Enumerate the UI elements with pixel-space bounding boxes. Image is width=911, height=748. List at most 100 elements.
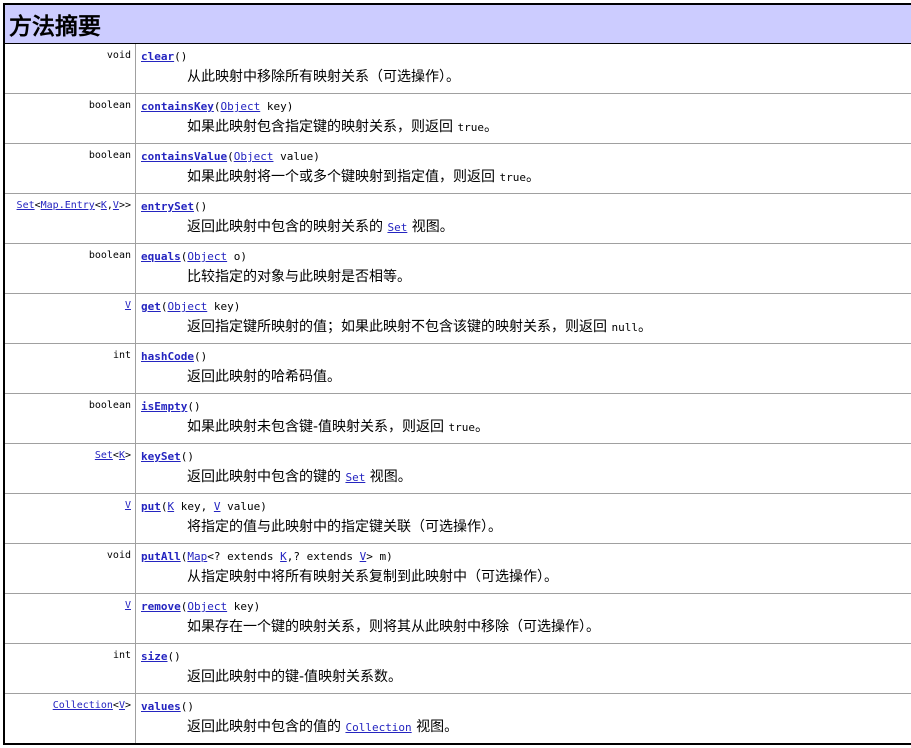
- method-detail: put(K key, V value) 将指定的值与此映射中的指定键关联（可选操作…: [136, 494, 911, 543]
- signature-text: key): [260, 100, 294, 113]
- method-row-get: Vget(Object key) 返回指定键所映射的值；如果此映射不包含该键的映射…: [5, 293, 911, 343]
- method-name-link[interactable]: entrySet: [141, 200, 194, 213]
- signature-text: key): [227, 600, 261, 613]
- method-description: 返回此映射中包含的值的 Collection 视图。: [187, 718, 911, 737]
- method-signature: containsValue(Object value): [141, 150, 911, 164]
- method-row-isEmpty: boolean isEmpty() 如果此映射未包含键-值映射关系，则返回 true…: [5, 393, 911, 443]
- type-link[interactable]: Set: [95, 450, 113, 461]
- code-literal: true: [457, 121, 484, 134]
- type-link[interactable]: V: [125, 600, 131, 611]
- method-signature: clear(): [141, 50, 911, 64]
- signature-text: ,? extends: [286, 550, 360, 563]
- type-text: void: [106, 550, 131, 561]
- method-name-link[interactable]: size: [141, 650, 168, 663]
- method-name-link[interactable]: equals: [141, 250, 181, 263]
- method-row-size: int size() 返回此映射中的键-值映射关系数。: [5, 643, 911, 693]
- type-text: boolean: [88, 400, 131, 411]
- method-description: 返回此映射中包含的映射关系的 Set 视图。: [187, 218, 911, 237]
- method-description: 比较指定的对象与此映射是否相等。: [187, 268, 911, 286]
- type-link[interactable]: Set: [345, 471, 365, 484]
- description-text: 比较指定的对象与此映射是否相等。: [187, 269, 411, 285]
- method-signature: isEmpty(): [141, 400, 911, 414]
- return-type: boolean: [5, 94, 136, 143]
- signature-text: (): [187, 400, 201, 413]
- method-row-entrySet: Set<Map.Entry<K,V>> entrySet() 返回此映射中包含的映射…: [5, 193, 911, 243]
- type-link[interactable]: V: [125, 500, 131, 511]
- return-type: Set<K>: [5, 444, 136, 493]
- method-description: 如果存在一个键的映射关系，则将其从此映射中移除（可选操作）。: [187, 618, 911, 636]
- method-signature: remove(Object key): [141, 600, 911, 614]
- method-description: 如果此映射将一个或多个键映射到指定值，则返回 true。: [187, 168, 911, 187]
- method-signature: put(K key, V value): [141, 500, 911, 514]
- return-type: boolean: [5, 244, 136, 293]
- method-row-keySet: Set<K> keySet() 返回此映射中包含的键的 Set 视图。: [5, 443, 911, 493]
- method-name-link[interactable]: hashCode: [141, 350, 194, 363]
- type-link[interactable]: Map.Entry: [41, 200, 95, 211]
- method-signature: equals(Object o): [141, 250, 911, 264]
- description-text: 返回此映射中的键-值映射关系数。: [187, 669, 403, 685]
- method-name-link[interactable]: containsKey: [141, 100, 214, 113]
- method-name-link[interactable]: isEmpty: [141, 400, 187, 413]
- param-type-link[interactable]: K: [280, 550, 287, 563]
- signature-text: > m): [366, 550, 393, 563]
- return-type: V: [5, 594, 136, 643]
- description-text: 返回此映射中包含的值的: [187, 719, 346, 735]
- type-text: boolean: [88, 250, 131, 261]
- code-literal: true: [448, 421, 476, 434]
- method-detail: hashCode() 返回此映射的哈希码值。: [136, 344, 911, 393]
- method-description: 从此映射中移除所有映射关系（可选操作）。: [187, 68, 911, 86]
- method-detail: values() 返回此映射中包含的值的 Collection 视图。: [136, 694, 911, 743]
- method-name-link[interactable]: get: [141, 300, 161, 313]
- description-text: 如果此映射未包含键-值映射关系，则返回: [187, 419, 449, 435]
- method-signature: values(): [141, 700, 911, 714]
- method-signature: size(): [141, 650, 911, 664]
- param-type-link[interactable]: Object: [187, 600, 227, 613]
- description-text: 如果此映射将一个或多个键映射到指定值，则返回: [187, 169, 500, 185]
- type-link[interactable]: Set: [387, 221, 407, 234]
- method-description: 如果此映射包含指定键的映射关系，则返回 true。: [187, 118, 911, 137]
- signature-text: (): [180, 450, 194, 463]
- param-type-link[interactable]: Object: [220, 100, 260, 113]
- method-description: 返回此映射中的键-值映射关系数。: [187, 668, 911, 686]
- method-name-link[interactable]: put: [141, 500, 161, 513]
- return-type: boolean: [5, 144, 136, 193]
- param-type-link[interactable]: V: [214, 500, 221, 513]
- type-link[interactable]: Set: [17, 200, 35, 211]
- type-link[interactable]: V: [125, 300, 131, 311]
- method-name-link[interactable]: values: [141, 700, 181, 713]
- signature-text: (: [160, 500, 168, 513]
- param-type-link[interactable]: Map: [187, 550, 207, 563]
- description-text: 返回此映射中包含的映射关系的: [187, 219, 388, 235]
- signature-text: o): [227, 250, 247, 263]
- param-type-link[interactable]: Object: [234, 150, 274, 163]
- method-detail: entrySet() 返回此映射中包含的映射关系的 Set 视图。: [136, 194, 911, 243]
- type-link[interactable]: Collection: [53, 700, 113, 711]
- param-type-link[interactable]: Object: [187, 250, 227, 263]
- method-name-link[interactable]: keySet: [141, 450, 181, 463]
- signature-text: value): [273, 150, 320, 163]
- return-type: boolean: [5, 394, 136, 443]
- method-rows: void clear() 从此映射中移除所有映射关系（可选操作）。 boolean co…: [5, 44, 911, 743]
- signature-text: key,: [174, 500, 214, 513]
- method-row-put: Vput(K key, V value) 将指定的值与此映射中的指定键关联（可选操…: [5, 493, 911, 543]
- signature-text: (): [180, 700, 194, 713]
- type-link[interactable]: Collection: [345, 721, 411, 734]
- method-detail: get(Object key) 返回指定键所映射的值；如果此映射不包含该键的映射关…: [136, 294, 911, 343]
- description-text: 返回指定键所映射的值；如果此映射不包含该键的映射关系，则返回: [187, 319, 612, 335]
- method-detail: size() 返回此映射中的键-值映射关系数。: [136, 644, 911, 693]
- signature-text: <? extends: [207, 550, 281, 563]
- type-text: void: [106, 50, 131, 61]
- description-text: 。: [525, 169, 540, 185]
- return-type: V: [5, 294, 136, 343]
- method-name-link[interactable]: putAll: [141, 550, 181, 563]
- method-name-link[interactable]: clear: [141, 50, 174, 63]
- method-signature: entrySet(): [141, 200, 911, 214]
- return-type: V: [5, 494, 136, 543]
- method-name-link[interactable]: remove: [141, 600, 181, 613]
- method-signature: keySet(): [141, 450, 911, 464]
- param-type-link[interactable]: Object: [168, 300, 208, 313]
- method-name-link[interactable]: containsValue: [141, 150, 227, 163]
- method-row-containsKey: boolean containsKey(Object key) 如果此映射包含指定键…: [5, 93, 911, 143]
- description-text: 视图。: [407, 219, 454, 235]
- description-text: 将指定的值与此映射中的指定键关联（可选操作）。: [187, 519, 502, 535]
